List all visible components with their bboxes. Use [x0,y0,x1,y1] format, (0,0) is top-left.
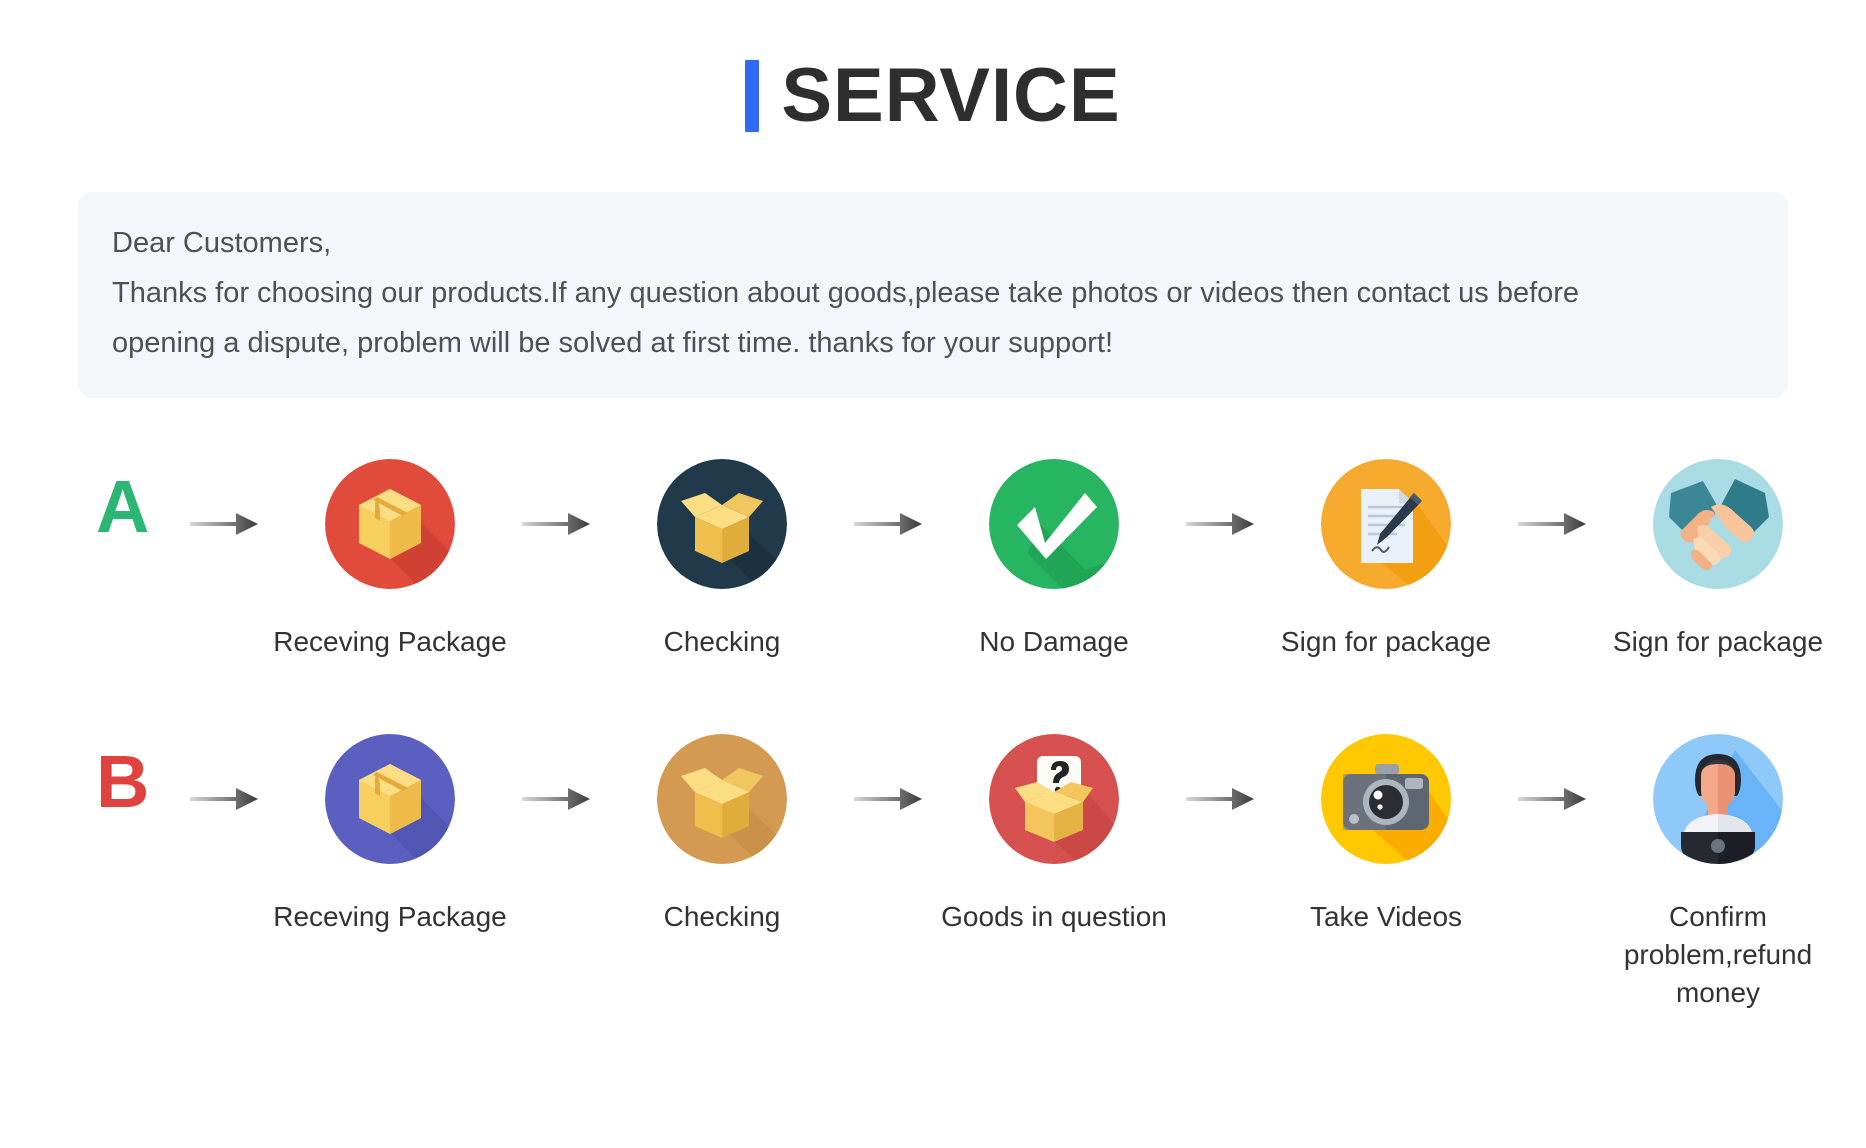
support-person-icon [1653,734,1783,864]
right-arrow-icon [514,713,598,885]
right-arrow-icon [846,438,930,610]
handshake-icon [1653,459,1783,589]
right-arrow-icon [1510,713,1594,885]
flow-row-b: B Receving Package Checking Goods in que… [0,713,1866,1012]
sign-document-icon [1321,459,1451,589]
right-arrow-icon [846,713,930,885]
customer-notice-box: Dear Customers, Thanks for choosing our … [78,192,1788,398]
flow-step: Checking [598,438,846,661]
flow-step: Goods in question [930,713,1178,936]
notice-line-1: Dear Customers, [112,227,332,259]
flow-step: Checking [598,713,846,936]
flow-step: No Damage [930,438,1178,661]
flow-step: Receving Package [266,438,514,661]
flow-step-label: Goods in question [941,901,1167,932]
flow-row-a: A Receving Package Checking No Damage Si… [0,438,1866,661]
right-arrow-icon [182,438,266,610]
page-title-text: SERVICE [781,53,1121,138]
flow-step: Sign for package [1594,438,1842,661]
flow-step-label: No Damage [979,626,1129,657]
page-title: SERVICE [0,48,1866,144]
flow-step-label: Checking [663,626,781,657]
closed-box-icon [325,459,455,589]
flow-step: Take Videos [1262,713,1510,936]
flow-step-label: Receving Package [273,626,507,657]
notice-line-3: opening a dispute, problem will be solve… [112,327,1114,359]
flow-step: Sign for package [1262,438,1510,661]
flow-step-label: Take Videos [1309,901,1463,932]
flow-letter-a: A [96,465,150,548]
flow-step-label: Receving Package [273,901,507,932]
right-arrow-icon [514,438,598,610]
right-arrow-icon [182,713,266,885]
right-arrow-icon [1178,438,1262,610]
right-arrow-icon [1510,438,1594,610]
open-box-icon [657,734,787,864]
camera-icon [1321,734,1451,864]
check-mark-icon [989,459,1119,589]
flow-step-label: Checking [663,901,781,932]
title-accent-bar [745,60,760,132]
notice-line-2: Thanks for choosing our products.If any … [112,277,1580,309]
closed-box-icon [325,734,455,864]
question-box-icon [989,734,1119,864]
flow-step: Confirm problem,refund money [1594,713,1842,1012]
flow-step: Receving Package [266,713,514,936]
flow-step-label: Confirm problem,refund money [1623,901,1813,1008]
right-arrow-icon [1178,713,1262,885]
flow-step-label: Sign for package [1612,626,1824,657]
flow-step-label: Sign for package [1280,626,1492,657]
open-box-icon [657,459,787,589]
flow-letter-b: B [96,740,150,823]
